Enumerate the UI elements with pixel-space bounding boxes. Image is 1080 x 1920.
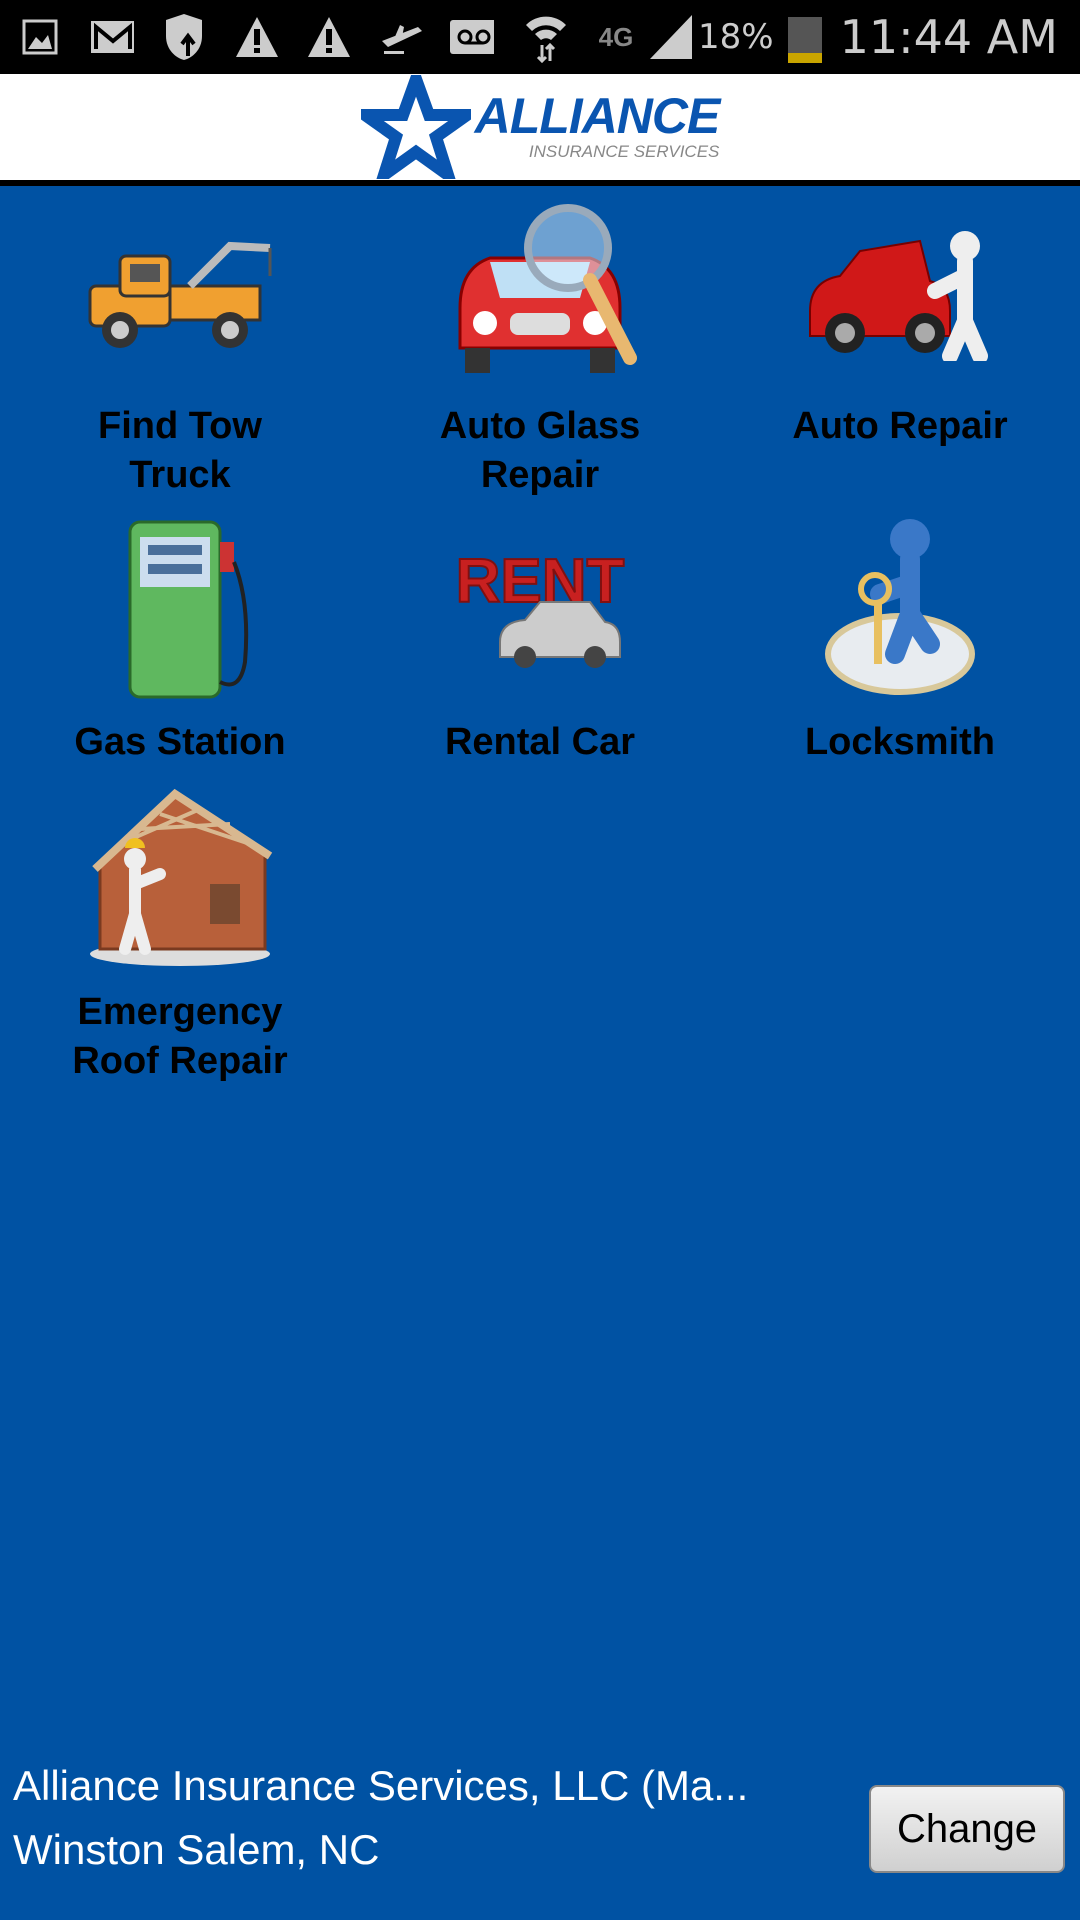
service-label: Gas Station: [74, 721, 286, 763]
tow-truck-icon: [80, 198, 280, 384]
warning-icon: [306, 17, 350, 57]
roof-repair-icon: [80, 784, 280, 970]
service-label: Auto Glass Repair: [439, 405, 641, 496]
voicemail-icon: [450, 17, 494, 57]
alliance-logo: ALLIANCE INSURANCE SERVICES: [360, 75, 721, 179]
change-agency-button[interactable]: Change: [869, 1785, 1065, 1873]
service-emergency-roof-repair[interactable]: Emergency Roof Repair: [0, 784, 360, 1086]
gmail-icon: [90, 17, 134, 57]
shield-update-icon: [162, 14, 206, 60]
service-auto-glass-repair[interactable]: Auto Glass Repair: [360, 198, 720, 500]
signal-icon: [648, 15, 692, 59]
service-label: Emergency Roof Repair: [72, 991, 288, 1082]
warning-icon: [234, 17, 278, 57]
4g-lte-icon: 4G: [598, 21, 634, 52]
rent-car-icon: RENT: [440, 514, 640, 700]
wifi-icon: [522, 16, 566, 63]
star-logo-icon: [360, 75, 471, 179]
service-auto-repair[interactable]: Auto Repair: [720, 198, 1080, 451]
car-mechanic-icon: [800, 198, 1000, 384]
status-bar: 4G 18% 11:44 AM: [0, 0, 1080, 74]
airplane-icon: [378, 17, 422, 57]
gas-pump-icon: [80, 514, 280, 700]
service-find-tow-truck[interactable]: Find Tow Truck: [0, 198, 360, 500]
battery-percent: 18%: [698, 17, 774, 57]
logo-title: ALLIANCE: [474, 88, 721, 144]
app-header: ALLIANCE INSURANCE SERVICES: [0, 74, 1080, 180]
service-label: Find Tow Truck: [98, 405, 262, 496]
service-label: Locksmith: [804, 721, 996, 763]
agency-location: Winston Salem, NC: [13, 1826, 380, 1873]
service-locksmith[interactable]: Locksmith: [720, 514, 1080, 767]
service-label: Rental Car: [444, 721, 636, 763]
battery-icon: [787, 11, 822, 63]
car-magnifier-icon: [440, 198, 640, 384]
service-label: Auto Repair: [792, 405, 1008, 447]
header-divider: [0, 180, 1080, 186]
key-person-icon: [800, 514, 1000, 700]
clock: 11:44 AM: [839, 10, 1058, 64]
gallery-icon: [18, 17, 62, 57]
service-rental-car[interactable]: RENT Rental Car: [360, 514, 720, 767]
agency-name: Alliance Insurance Services, LLC (Ma...: [13, 1762, 749, 1809]
logo-subtitle: INSURANCE SERVICES: [528, 142, 720, 161]
service-gas-station[interactable]: Gas Station: [0, 514, 360, 767]
